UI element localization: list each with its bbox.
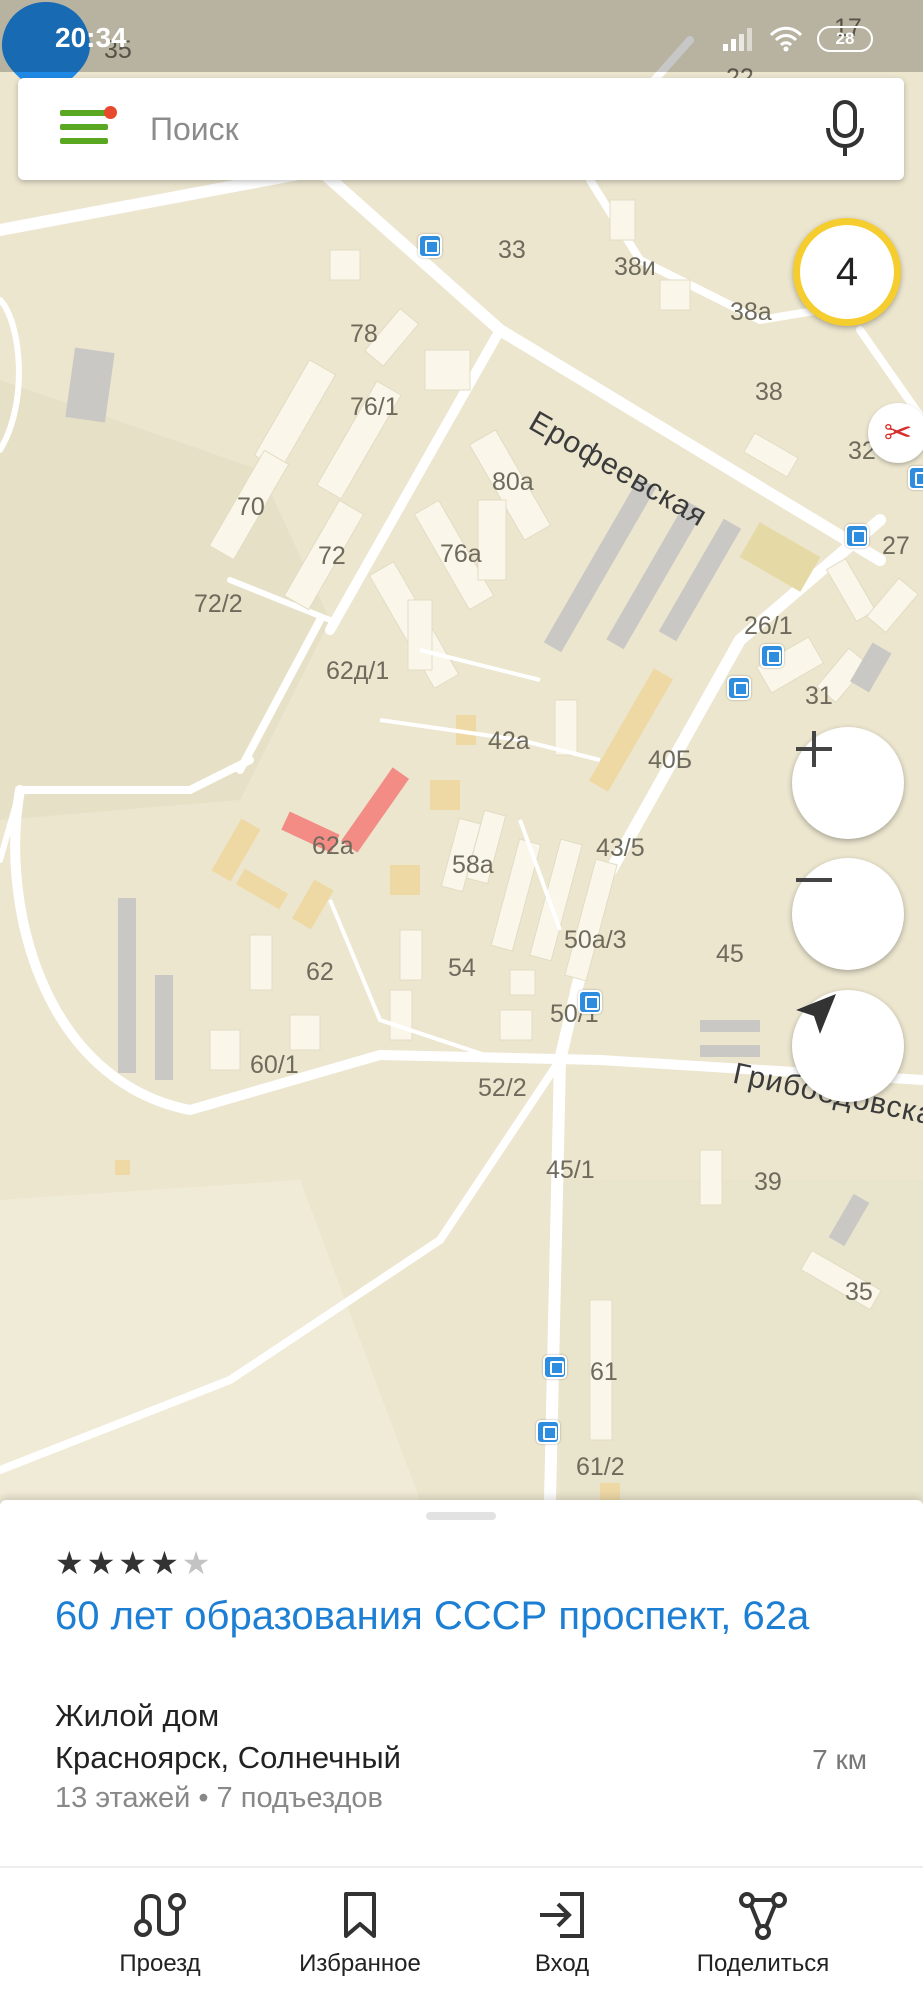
- bus-stop-icon[interactable]: [908, 466, 923, 490]
- route-button[interactable]: Проезд: [70, 1890, 250, 1978]
- house-label: 26/1: [744, 612, 793, 640]
- bus-stop-icon[interactable]: [760, 644, 784, 668]
- status-time: 20:34: [55, 22, 127, 53]
- status-icons: 28: [721, 26, 873, 52]
- status-bar: 20:34 28: [0, 0, 923, 72]
- favorites-button[interactable]: Избранное: [270, 1890, 450, 1978]
- my-location-button[interactable]: [792, 990, 904, 1102]
- house-label: 70: [237, 493, 265, 521]
- share-icon: [739, 1892, 787, 1940]
- house-label: 38и: [614, 253, 656, 281]
- star-icon: ★: [118, 1545, 148, 1581]
- login-icon: [540, 1892, 584, 1938]
- house-label: 76а: [440, 540, 482, 568]
- house-label: 61: [590, 1358, 618, 1386]
- place-distance: 7 км: [812, 1744, 867, 1775]
- house-label: 58а: [452, 851, 494, 879]
- route-label: Проезд: [119, 1950, 201, 1977]
- house-label: 27: [882, 532, 910, 560]
- signal-icon: [723, 28, 752, 51]
- house-label: 52/2: [478, 1074, 527, 1102]
- star-icon: ★: [150, 1545, 179, 1581]
- zoom-in-button[interactable]: [792, 727, 904, 839]
- place-title[interactable]: 60 лет образования СССР проспект, 62а: [55, 1593, 875, 1639]
- share-button[interactable]: Поделиться: [673, 1890, 853, 1978]
- zoom-out-button[interactable]: [792, 858, 904, 970]
- battery-level: 28: [835, 29, 855, 48]
- search-bar: [18, 78, 904, 180]
- bookmark-icon: [344, 1892, 376, 1938]
- login-label: Вход: [534, 1950, 590, 1977]
- login-button[interactable]: Вход: [472, 1890, 652, 1978]
- share-label: Поделиться: [696, 1950, 830, 1977]
- house-label: 61/2: [576, 1453, 625, 1481]
- house-label: 76/1: [350, 393, 399, 421]
- house-label: 33: [498, 236, 526, 264]
- place-card[interactable]: ★ ★ ★ ★ ★ 60 лет образования СССР проспе…: [0, 1500, 923, 1870]
- house-label: 35: [845, 1278, 873, 1306]
- house-label: 62: [306, 958, 334, 986]
- place-type: Жилой дом: [55, 1698, 220, 1733]
- house-label: 62д/1: [326, 657, 390, 685]
- rating-stars: ★ ★ ★ ★ ★: [55, 1544, 210, 1582]
- card-drag-handle[interactable]: [426, 1512, 496, 1520]
- map-view[interactable]: 33 38и 38а 78 76/1 38 32 80а 70 72 76а 2…: [0, 0, 923, 1500]
- bus-stop-icon[interactable]: [727, 676, 751, 700]
- favorites-label: Избранное: [299, 1950, 421, 1977]
- house-label: 78: [350, 320, 378, 348]
- house-label: 72/2: [194, 590, 243, 618]
- wifi-icon: [769, 26, 803, 52]
- house-label: 42а: [488, 727, 530, 755]
- bus-stop-icon[interactable]: [536, 1420, 560, 1444]
- location-arrow-icon: [796, 994, 836, 1034]
- house-label: 38а: [730, 298, 772, 326]
- star-icon: ★: [86, 1545, 116, 1581]
- traffic-level-button[interactable]: 4: [793, 218, 901, 326]
- house-label: 50а/3: [564, 926, 627, 954]
- search-input[interactable]: [150, 100, 790, 158]
- traffic-level-value: 4: [835, 249, 859, 294]
- bus-stop-icon[interactable]: [845, 524, 869, 548]
- battery-icon: 28: [817, 26, 873, 52]
- place-address: Красноярск, Солнечный: [55, 1740, 401, 1775]
- house-label: 39: [754, 1168, 782, 1196]
- route-icon: [134, 1893, 186, 1937]
- ruler-icon[interactable]: ✂: [868, 403, 923, 463]
- house-label: 72: [318, 542, 346, 570]
- map-canvas: [0, 0, 923, 1500]
- star-icon: ★: [55, 1545, 84, 1581]
- star-empty-icon: ★: [181, 1545, 211, 1581]
- house-label: 45/1: [546, 1156, 595, 1184]
- notification-dot: [104, 106, 117, 119]
- house-label: 31: [805, 682, 833, 710]
- plus-icon: [796, 731, 832, 767]
- house-label: 43/5: [596, 834, 645, 862]
- minus-icon: [796, 878, 832, 882]
- house-label: 60/1: [250, 1051, 299, 1079]
- menu-icon[interactable]: [60, 106, 117, 150]
- house-label: 38: [755, 378, 783, 406]
- bus-stop-icon[interactable]: [418, 234, 442, 258]
- house-label: 40Б: [648, 746, 693, 774]
- house-label: 45: [716, 940, 744, 968]
- bus-stop-icon[interactable]: [578, 990, 602, 1014]
- place-details: 13 этажей • 7 подъездов: [55, 1782, 383, 1814]
- bottom-action-bar: Проезд Избранное Вход Поделиться: [0, 1866, 923, 2000]
- microphone-icon[interactable]: [824, 100, 866, 158]
- bus-stop-icon[interactable]: [543, 1355, 567, 1379]
- house-label: 62а: [312, 832, 354, 860]
- house-label: 80а: [492, 468, 534, 496]
- house-label: 54: [448, 954, 476, 982]
